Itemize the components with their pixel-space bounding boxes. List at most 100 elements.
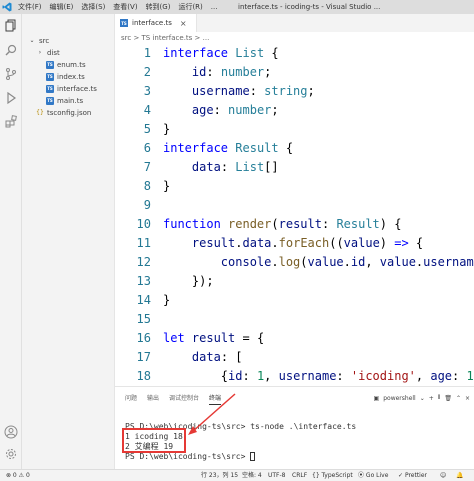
code-line[interactable]: 4 age: number; xyxy=(115,101,474,120)
eol-status[interactable]: CRLF xyxy=(292,470,307,481)
terminal-prompt-line[interactable]: PS D:\web\icoding-ts\src> xyxy=(125,452,256,462)
code-line[interactable]: 9 xyxy=(115,196,474,215)
line-code: let result = { xyxy=(163,331,265,345)
menu-item[interactable]: 编辑(E) xyxy=(46,0,78,14)
line-number: 12 xyxy=(136,255,151,269)
tree-item-src[interactable]: ⌄ src xyxy=(28,36,49,46)
line-number: 10 xyxy=(136,217,151,231)
menu-item[interactable]: 选择(S) xyxy=(77,0,109,14)
json-file-icon: {} xyxy=(36,109,44,116)
vscode-logo-icon xyxy=(0,0,14,14)
line-code: } xyxy=(163,179,171,193)
run-debug-icon[interactable] xyxy=(3,90,19,106)
search-icon[interactable] xyxy=(3,42,19,58)
explorer-icon[interactable] xyxy=(3,18,19,34)
prettier-status[interactable]: ✓ Prettier xyxy=(398,470,427,481)
split-terminal-icon[interactable]: ⫴ xyxy=(438,394,441,402)
menu-item[interactable]: 运行(R) xyxy=(174,0,206,14)
encoding-status[interactable]: UTF-8 xyxy=(268,470,286,481)
menu-bar: 文件(F) 编辑(E) 选择(S) 查看(V) 转到(G) 运行(R)... xyxy=(14,0,221,14)
code-line[interactable]: 6 interface Result { xyxy=(115,139,474,158)
settings-gear-icon[interactable] xyxy=(3,446,19,462)
code-line[interactable]: 14} xyxy=(115,291,474,310)
title-bar: 文件(F) 编辑(E) 选择(S) 查看(V) 转到(G) 运行(R)... interf… xyxy=(0,0,474,14)
language-status[interactable]: {} TypeScript xyxy=(312,470,353,481)
trash-icon[interactable]: 🗑 xyxy=(444,395,452,402)
indent-status[interactable]: 空格: 4 xyxy=(242,470,262,481)
line-number: 9 xyxy=(143,198,151,212)
code-editor[interactable]: 1 interface List {2 id: number; 3 username… xyxy=(115,44,474,386)
output-highlight-box xyxy=(122,428,186,453)
code-line[interactable]: 17 data: [ xyxy=(115,348,474,367)
line-number: 2 xyxy=(143,65,151,79)
code-line[interactable]: 7 data: List[] xyxy=(115,158,474,177)
line-number: 5 xyxy=(143,122,151,136)
line-number: 13 xyxy=(136,274,151,288)
line-number: 14 xyxy=(136,293,151,307)
code-line[interactable]: 10 function render(result: Result) { xyxy=(115,215,474,234)
line-number: 8 xyxy=(143,179,151,193)
notifications-icon[interactable]: 🔔 xyxy=(456,470,463,481)
code-line[interactable]: 5} xyxy=(115,120,474,139)
go-live-button[interactable]: ⦿ Go Live xyxy=(358,470,388,481)
line-code: id: number; xyxy=(191,65,272,79)
line-number: 11 xyxy=(136,236,151,250)
line-code: age: number; xyxy=(191,103,279,117)
menu-item[interactable]: 转到(G) xyxy=(142,0,175,14)
typescript-file-icon: TS xyxy=(46,85,54,93)
code-line[interactable]: 11 result.data.forEach((value) => { xyxy=(115,234,474,253)
account-icon[interactable] xyxy=(3,424,19,440)
breadcrumb[interactable]: src > TS interface.ts > ... xyxy=(115,32,209,44)
code-line[interactable]: 3 username: string; xyxy=(115,82,474,101)
line-number: 15 xyxy=(136,312,151,326)
annotation-arrow xyxy=(188,393,236,435)
code-line[interactable]: 16 let result = { xyxy=(115,329,474,348)
code-line[interactable]: 12 console.log(value.id, value.username,… xyxy=(115,253,474,272)
add-terminal-icon[interactable]: + xyxy=(429,395,434,402)
line-code: {id: 1, username: 'icoding', age: 18}, xyxy=(220,369,474,383)
tree-item-tsconfig[interactable]: {} tsconfig.json xyxy=(36,108,91,118)
feedback-icon[interactable]: ☺ xyxy=(440,470,446,481)
panel-tab[interactable]: 输出 xyxy=(147,393,159,405)
chevron-up-icon[interactable]: ⌃ xyxy=(456,395,461,402)
menu-item[interactable]: 文件(F) xyxy=(14,0,46,14)
problems-status[interactable]: ⊗ 0 ⚠ 0 xyxy=(6,470,30,481)
code-line[interactable]: 8} xyxy=(115,177,474,196)
terminal-icon: ▣ xyxy=(373,394,380,402)
line-number: 3 xyxy=(143,84,151,98)
panel-actions: ▣ powershell ⌄ + ⫴ 🗑 ⌃ × xyxy=(374,394,470,402)
source-control-icon[interactable] xyxy=(3,66,19,82)
tree-item-main-ts[interactable]: TS main.ts xyxy=(46,96,83,106)
close-panel-icon[interactable]: × xyxy=(465,395,470,402)
line-code: result.data.forEach((value) => { xyxy=(191,236,424,250)
line-code: } xyxy=(163,122,171,136)
tree-item-enum-ts[interactable]: TS enum.ts xyxy=(46,60,86,70)
terminal-cursor xyxy=(250,452,256,461)
tree-item-index-ts[interactable]: TS index.ts xyxy=(46,72,85,82)
code-line[interactable]: 2 id: number; xyxy=(115,63,474,82)
menu-item[interactable]: ... xyxy=(207,0,222,14)
close-icon[interactable]: × xyxy=(180,19,187,28)
chevron-down-icon[interactable]: ⌄ xyxy=(420,395,425,402)
cursor-position[interactable]: 行 23，列 15 xyxy=(201,470,238,481)
line-code: interface List { xyxy=(163,46,279,60)
tree-item-dist[interactable]: › dist xyxy=(36,48,60,58)
chevron-right-icon: › xyxy=(38,49,42,56)
typescript-file-icon: TS xyxy=(46,97,54,105)
code-line[interactable]: 1 interface List { xyxy=(115,44,474,63)
typescript-file-icon: TS xyxy=(120,19,128,27)
extensions-icon[interactable] xyxy=(3,114,19,130)
panel-tab[interactable]: 问题 xyxy=(125,393,137,405)
tab-interface-ts[interactable]: TS interface.ts × xyxy=(115,14,197,32)
code-line[interactable]: 18 {id: 1, username: 'icoding', age: 18}… xyxy=(115,367,474,386)
line-code: } xyxy=(163,293,171,307)
line-number: 18 xyxy=(136,369,151,383)
explorer-sidebar: ⌄ src › dist TS enum.ts TS index.ts TS i… xyxy=(22,14,115,469)
terminal-selector[interactable]: powershell xyxy=(383,395,416,402)
code-line[interactable]: 15 xyxy=(115,310,474,329)
code-line[interactable]: 13 }); xyxy=(115,272,474,291)
tree-item-interface-ts[interactable]: TS interface.ts xyxy=(46,84,97,94)
menu-item[interactable]: 查看(V) xyxy=(109,0,141,14)
line-code: interface Result { xyxy=(163,141,294,155)
line-code: data: List[] xyxy=(191,160,279,174)
